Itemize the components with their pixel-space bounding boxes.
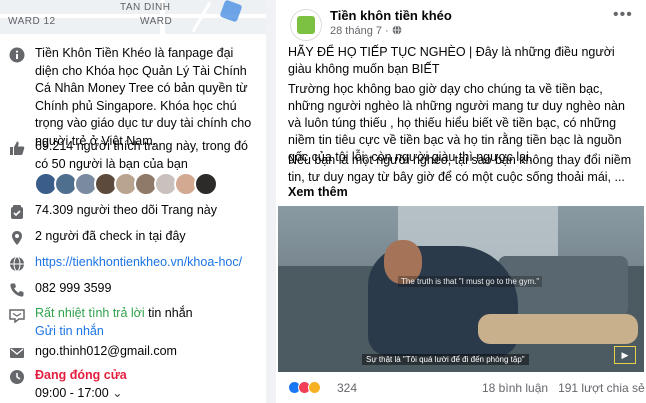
reaction-count[interactable]: 324 xyxy=(337,381,357,395)
haha-reaction-icon xyxy=(308,381,321,394)
post-video[interactable]: The truth is that "I must go to the gym.… xyxy=(278,206,644,372)
phone-icon xyxy=(8,281,26,299)
map-marker-icon xyxy=(219,0,243,23)
hours-text: 09:00 - 17:00 xyxy=(35,385,109,400)
globe-icon xyxy=(8,255,26,273)
post-date-text: 28 tháng 7 · xyxy=(330,25,392,37)
about-description-row: Tiền Khôn Tiền Khéo là fanpage đại diện … xyxy=(8,45,257,150)
see-more-link[interactable]: Xem thêm xyxy=(288,185,348,199)
page-avatar[interactable] xyxy=(290,9,322,41)
response-suffix: tin nhắn xyxy=(144,306,193,320)
brand-logo-icon xyxy=(297,16,315,34)
send-message-link[interactable]: Gửi tin nhắn xyxy=(35,324,104,338)
post-title: HÃY ĐỂ HỌ TIẾP TỤC NGHÈO | Đây là những … xyxy=(288,45,615,76)
video-subtitle-english: The truth is that "I must go to the gym.… xyxy=(398,276,543,287)
avatar[interactable] xyxy=(194,172,218,196)
thumbs-up-icon xyxy=(8,139,26,157)
clock-icon xyxy=(8,368,26,386)
chevron-down-icon[interactable]: ⌄ xyxy=(112,386,122,400)
about-description: Tiền Khôn Tiền Khéo là fanpage đại diện … xyxy=(35,46,252,148)
email-text[interactable]: ngo.thinh012@gmail.com xyxy=(35,343,177,361)
response-row: Rất nhiệt tình trả lời tin nhắn Gửi tin … xyxy=(8,305,193,340)
post-stats: 18 bình luận 191 lượt chia sẻ xyxy=(482,381,645,395)
follow-icon xyxy=(8,203,26,221)
phone-row: 082 999 3599 xyxy=(8,280,111,299)
post-date[interactable]: 28 tháng 7 · xyxy=(330,25,402,37)
checkins-row: 2 người đã check in tại đây xyxy=(8,228,186,247)
checkins-text: 2 người đã check in tại đây xyxy=(35,229,186,243)
reaction-icons[interactable] xyxy=(288,381,321,394)
phone-text[interactable]: 082 999 3599 xyxy=(35,280,111,298)
hours-status: Đang đóng cửa xyxy=(35,368,127,382)
likes-row: 69.214 người thích trang này, trong đó c… xyxy=(8,138,257,173)
likes-text: 69.214 người thích trang này, trong đó c… xyxy=(35,139,249,171)
followers-row: 74.309 người theo dõi Trang này xyxy=(8,202,217,221)
website-row: https://tienkhontienkheo.vn/khoa-hoc/ xyxy=(8,254,242,273)
more-options-icon[interactable]: ••• xyxy=(613,6,633,24)
followers-text: 74.309 người theo dõi Trang này xyxy=(35,203,217,217)
globe-icon xyxy=(392,25,402,35)
post-body-paragraph-2: Nếu bạn là một người nghèo, tại sao bạn … xyxy=(288,153,632,184)
location-pin-icon xyxy=(8,229,26,247)
video-person-legs xyxy=(478,314,638,344)
map-label-tan-dinh: TAN DINH xyxy=(120,2,171,13)
video-subtitle-vietnamese: Sự thật là "Tôi quá lười để đi đến phòng… xyxy=(362,354,529,365)
response-rate-text: Rất nhiệt tình trả lời xyxy=(35,306,145,320)
video-watermark-icon: ▶ xyxy=(614,346,636,364)
messenger-icon xyxy=(8,306,26,324)
page-name-link[interactable]: Tiền khôn tiền khéo xyxy=(330,8,452,23)
response-block: Rất nhiệt tình trả lời tin nhắn Gửi tin … xyxy=(35,305,193,340)
map-label-ward: WARD xyxy=(140,16,173,27)
about-panel: WARD 12 TAN DINH WARD Tiền Khôn Tiền Khé… xyxy=(0,0,266,403)
email-icon xyxy=(8,344,26,362)
friend-avatars[interactable] xyxy=(34,172,218,196)
post-card: Tiền khôn tiền khéo 28 tháng 7 · ••• HÃY… xyxy=(276,0,646,403)
email-row: ngo.thinh012@gmail.com xyxy=(8,343,177,362)
shares-count[interactable]: 191 lượt chia sẻ xyxy=(558,381,645,395)
map-label-ward-12: WARD 12 xyxy=(8,16,56,27)
map-preview[interactable]: WARD 12 TAN DINH WARD xyxy=(0,0,266,34)
comments-count[interactable]: 18 bình luận xyxy=(482,381,548,395)
hours-block[interactable]: Đang đóng cửa 09:00 - 17:00 ⌄ xyxy=(35,367,127,402)
info-icon xyxy=(8,46,26,64)
website-link[interactable]: https://tienkhontienkheo.vn/khoa-hoc/ xyxy=(35,254,242,272)
hours-row: Đang đóng cửa 09:00 - 17:00 ⌄ xyxy=(8,367,127,402)
